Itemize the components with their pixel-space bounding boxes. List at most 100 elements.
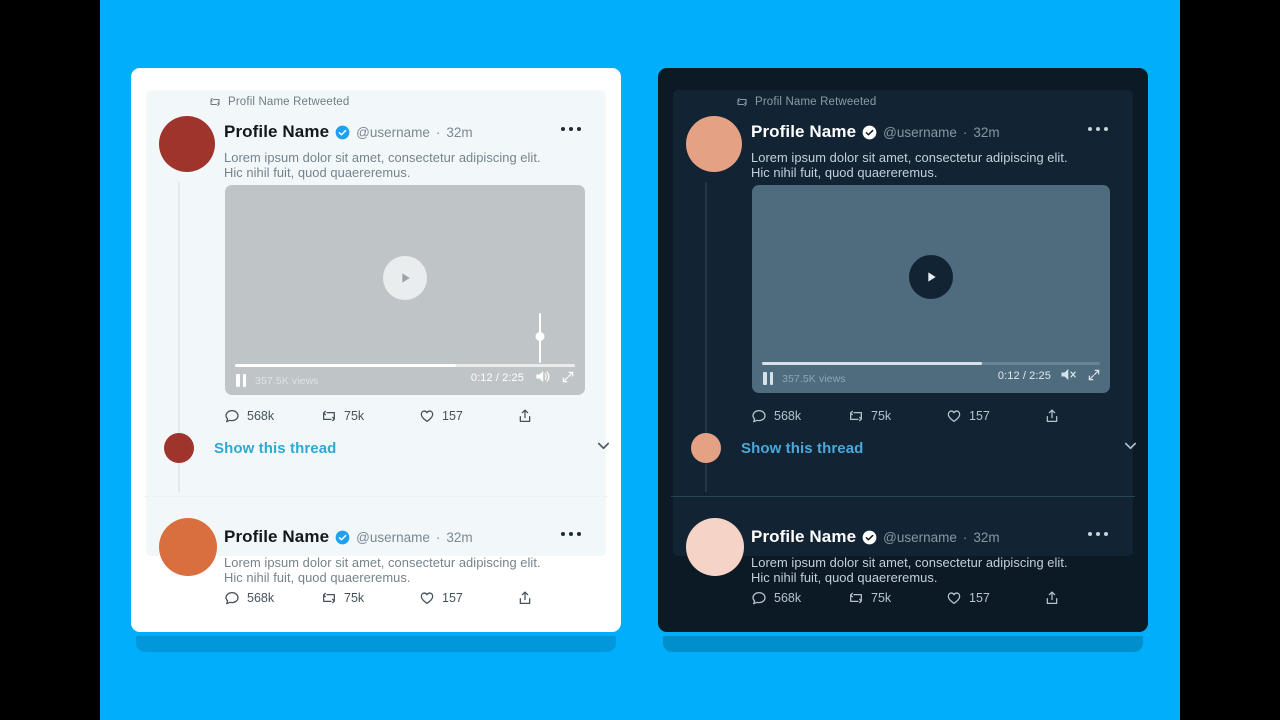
progress-fill xyxy=(762,362,982,365)
video-progress-bar[interactable] xyxy=(762,362,1100,365)
reply-count: 568k xyxy=(247,591,275,605)
fullscreen-icon[interactable] xyxy=(561,370,575,387)
play-icon[interactable] xyxy=(909,255,953,299)
timestamp[interactable]: 32m xyxy=(973,125,999,140)
retweet-button[interactable]: 75k xyxy=(848,408,946,424)
retweet-notice-text: Profil Name Retweeted xyxy=(228,96,350,108)
video-time: 0:12 / 2:25 xyxy=(997,370,1051,382)
tweet-divider xyxy=(671,496,1135,497)
tweet-author-row: Profile Name @username · 32m xyxy=(751,527,1000,547)
more-options-button[interactable] xyxy=(1088,127,1108,131)
card-shadow-light xyxy=(136,636,616,652)
profile-name[interactable]: Profile Name xyxy=(751,122,856,142)
tweet-text: Lorem ipsum dolor sit amet, consectetur … xyxy=(224,150,541,181)
author-handle[interactable]: @username xyxy=(356,530,430,545)
retweet-icon xyxy=(736,96,748,108)
screenshot-root: Profil Name Retweeted Profile Name @user… xyxy=(0,0,1280,720)
show-thread-link[interactable]: Show this thread xyxy=(214,440,336,457)
author-handle[interactable]: @username xyxy=(356,125,430,140)
video-player[interactable]: 357.5K views 0:12 / 2:25 xyxy=(752,185,1110,393)
verified-badge-icon xyxy=(335,530,350,545)
reply-button[interactable]: 568k xyxy=(751,408,848,424)
fullscreen-icon[interactable] xyxy=(1087,368,1101,385)
reply-button[interactable]: 568k xyxy=(224,408,321,424)
like-count: 157 xyxy=(442,409,463,423)
card-shadow-dark xyxy=(663,636,1143,652)
more-options-button[interactable] xyxy=(561,127,581,131)
pause-icon[interactable] xyxy=(236,374,246,387)
pause-icon[interactable] xyxy=(763,372,773,385)
thread-avatar[interactable] xyxy=(164,433,194,463)
like-button[interactable]: 157 xyxy=(419,590,517,606)
profile-name[interactable]: Profile Name xyxy=(224,527,329,547)
share-button[interactable] xyxy=(1044,590,1060,606)
tweet-actions: 568k 75k 157 xyxy=(751,408,1116,424)
retweet-count: 75k xyxy=(344,591,365,605)
reply-count: 568k xyxy=(774,409,802,423)
show-thread-link[interactable]: Show this thread xyxy=(741,440,863,457)
chevron-down-icon[interactable] xyxy=(594,436,613,460)
tweet-card-light: Profil Name Retweeted Profile Name @user… xyxy=(131,68,621,632)
avatar[interactable] xyxy=(686,518,744,576)
reply-button[interactable]: 568k xyxy=(224,590,321,606)
share-button[interactable] xyxy=(517,408,533,424)
meta-separator: · xyxy=(435,529,441,545)
retweet-notice: Profil Name Retweeted xyxy=(209,96,349,108)
timestamp[interactable]: 32m xyxy=(446,530,472,545)
timestamp[interactable]: 32m xyxy=(446,125,472,140)
show-thread-row[interactable]: Show this thread xyxy=(159,433,610,463)
tweet-author-row: Profile Name @username · 32m xyxy=(224,527,473,547)
volume-muted-icon[interactable] xyxy=(1060,367,1078,385)
share-button[interactable] xyxy=(517,590,533,606)
retweet-button[interactable]: 75k xyxy=(321,408,419,424)
volume-on-icon[interactable] xyxy=(534,369,551,387)
like-count: 157 xyxy=(969,409,990,423)
avatar[interactable] xyxy=(686,116,742,172)
volume-slider-knob[interactable] xyxy=(535,332,545,341)
tweet-divider xyxy=(144,496,608,497)
like-count: 157 xyxy=(969,591,990,605)
author-handle[interactable]: @username xyxy=(883,530,957,545)
more-options-button[interactable] xyxy=(1088,532,1108,536)
profile-name[interactable]: Profile Name xyxy=(751,527,856,547)
video-controls-left: 357.5K views xyxy=(763,372,846,385)
more-options-button[interactable] xyxy=(561,532,581,536)
like-button[interactable]: 157 xyxy=(946,590,1044,606)
retweet-notice-text: Profil Name Retweeted xyxy=(755,96,877,108)
like-button[interactable]: 157 xyxy=(946,408,1044,424)
retweet-notice: Profil Name Retweeted xyxy=(736,96,876,108)
video-progress-bar[interactable] xyxy=(235,364,575,367)
retweet-button[interactable]: 75k xyxy=(321,590,419,606)
like-count: 157 xyxy=(442,591,463,605)
volume-slider[interactable] xyxy=(534,313,546,363)
reply-count: 568k xyxy=(247,409,275,423)
retweet-count: 75k xyxy=(344,409,365,423)
progress-fill xyxy=(235,364,456,367)
timestamp[interactable]: 32m xyxy=(973,530,999,545)
video-controls-left: 357.5K views xyxy=(236,374,319,387)
show-thread-row[interactable]: Show this thread xyxy=(686,433,1137,463)
tweet-actions: 568k 75k 157 xyxy=(751,590,1116,606)
retweet-button[interactable]: 75k xyxy=(848,590,946,606)
verified-badge-icon xyxy=(335,125,350,140)
tweet-actions: 568k 75k 157 xyxy=(224,590,589,606)
avatar[interactable] xyxy=(159,518,217,576)
profile-name[interactable]: Profile Name xyxy=(224,122,329,142)
tweet-card-dark: Profil Name Retweeted Profile Name @user… xyxy=(658,68,1148,632)
tweet-text: Lorem ipsum dolor sit amet, consectetur … xyxy=(751,555,1068,586)
play-icon[interactable] xyxy=(383,256,427,300)
retweet-count: 75k xyxy=(871,591,892,605)
like-button[interactable]: 157 xyxy=(419,408,517,424)
retweet-count: 75k xyxy=(871,409,892,423)
avatar[interactable] xyxy=(159,116,215,172)
thread-avatar[interactable] xyxy=(691,433,721,463)
view-count: 357.5K views xyxy=(255,374,319,387)
tweet-author-row: Profile Name @username · 32m xyxy=(224,122,473,142)
reply-button[interactable]: 568k xyxy=(751,590,848,606)
verified-badge-icon xyxy=(862,125,877,140)
video-player[interactable]: 357.5K views 0:12 / 2:25 xyxy=(225,185,585,395)
chevron-down-icon[interactable] xyxy=(1121,436,1140,460)
author-handle[interactable]: @username xyxy=(883,125,957,140)
meta-separator: · xyxy=(435,124,441,140)
share-button[interactable] xyxy=(1044,408,1060,424)
